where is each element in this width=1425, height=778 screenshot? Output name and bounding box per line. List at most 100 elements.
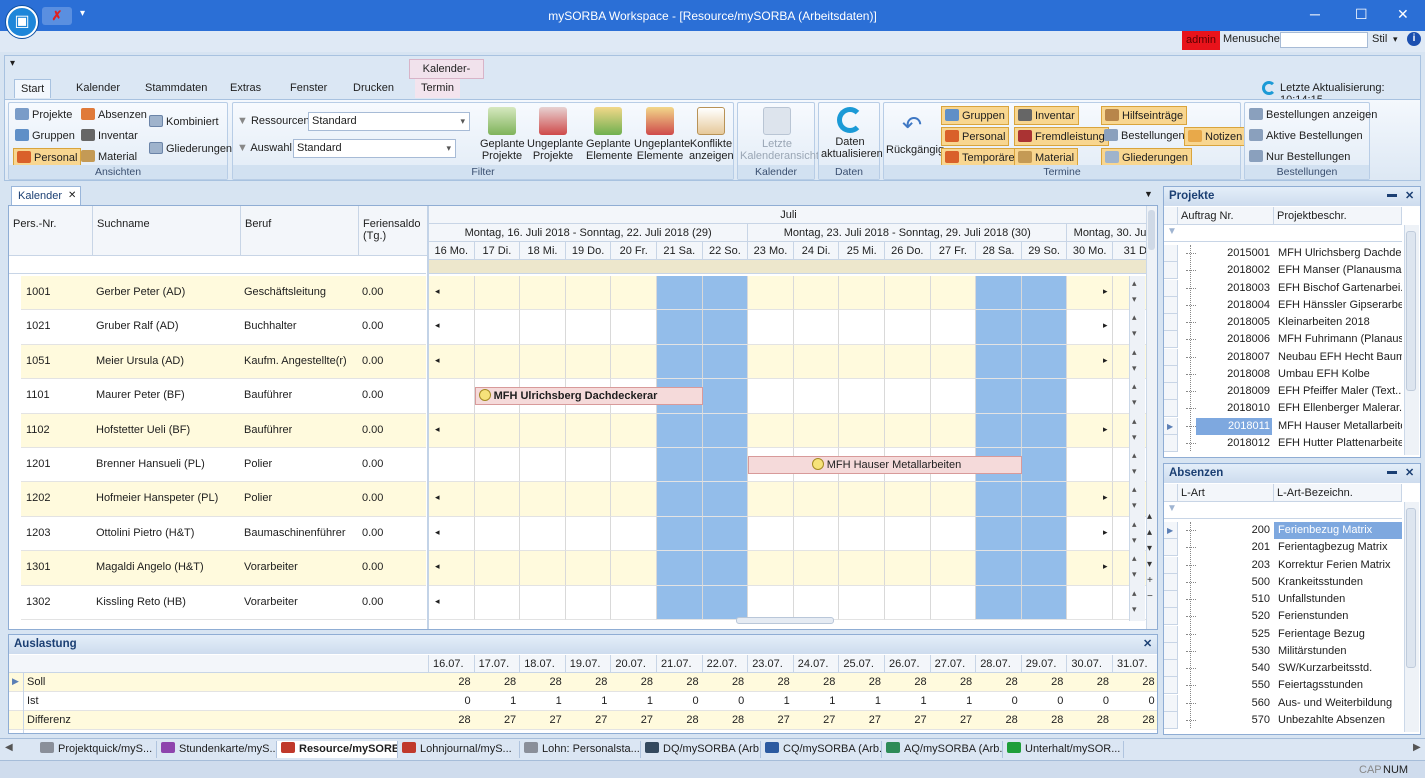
day-cell[interactable] bbox=[565, 310, 612, 345]
list-column-header[interactable]: Projektbeschr. bbox=[1274, 207, 1402, 225]
day-cell[interactable] bbox=[885, 276, 931, 311]
scroll-left-icon[interactable]: ◂ bbox=[435, 492, 440, 503]
day-cell[interactable] bbox=[930, 413, 977, 448]
termine-bestellungen[interactable]: Bestellungen bbox=[1104, 127, 1185, 146]
tab-dropdown-icon[interactable]: ▼ bbox=[1144, 189, 1153, 199]
ansicht-gruppen[interactable]: Gruppen bbox=[15, 127, 75, 146]
day-cell[interactable] bbox=[429, 448, 475, 483]
aktive-bestellungen[interactable]: Aktive Bestellungen bbox=[1249, 127, 1363, 146]
day-cell[interactable] bbox=[748, 276, 794, 311]
day-cell[interactable] bbox=[885, 413, 931, 448]
calendar-hscrollbar[interactable] bbox=[736, 617, 834, 624]
row-down-icon[interactable]: ▾ bbox=[1132, 432, 1137, 443]
day-cell[interactable] bbox=[611, 310, 657, 345]
day-cell[interactable] bbox=[474, 276, 521, 311]
list-item[interactable]: 2018006 MFH Fuhrimann (Planaus... bbox=[1164, 331, 1402, 349]
day-cell[interactable] bbox=[1021, 310, 1068, 345]
day-cell[interactable] bbox=[520, 585, 566, 620]
day-cell[interactable] bbox=[474, 310, 521, 345]
day-cell[interactable] bbox=[702, 551, 749, 586]
bestellungen-anzeigen[interactable]: Bestellungen anzeigen bbox=[1249, 106, 1377, 125]
day-cell[interactable] bbox=[565, 344, 612, 380]
tab-extras[interactable]: Extras bbox=[224, 79, 267, 98]
row-up-icon[interactable]: ▴ bbox=[1132, 553, 1137, 564]
window-tab[interactable]: CQ/mySORBA (Arb... bbox=[761, 741, 882, 758]
day-cell[interactable] bbox=[930, 516, 977, 552]
day-cell[interactable] bbox=[839, 551, 885, 586]
tabbar-right-icon[interactable]: ▶ bbox=[1413, 742, 1421, 753]
day-cell[interactable] bbox=[839, 516, 885, 552]
ansicht-inventar[interactable]: Inventar bbox=[81, 127, 138, 146]
list-item[interactable]: 510 Unfallstunden bbox=[1164, 591, 1402, 608]
zoom-control-icon[interactable]: ▴ bbox=[1147, 511, 1152, 522]
scroll-left-icon[interactable]: ◂ bbox=[435, 596, 440, 607]
scroll-right-icon[interactable]: ▸ bbox=[1103, 320, 1108, 331]
scroll-left-icon[interactable]: ◂ bbox=[435, 320, 440, 331]
window-tab[interactable]: Projektquick/myS... bbox=[36, 741, 157, 758]
tab-stammdaten[interactable]: Stammdaten bbox=[139, 79, 213, 98]
calendar-event[interactable]: MFH Ulrichsberg Dachdeckerar bbox=[474, 387, 703, 406]
row-down-icon[interactable]: ▾ bbox=[1132, 328, 1137, 339]
window-tab[interactable]: Unterhalt/mySOR... bbox=[1003, 741, 1124, 758]
row-up-icon[interactable]: ▴ bbox=[1132, 519, 1137, 530]
day-cell[interactable] bbox=[885, 379, 931, 414]
day-cell[interactable] bbox=[930, 482, 977, 517]
day-cell[interactable] bbox=[839, 276, 885, 311]
day-cell[interactable] bbox=[930, 379, 977, 414]
day-cell[interactable] bbox=[748, 310, 794, 345]
tab-kalender[interactable]: Kalender bbox=[70, 79, 126, 98]
day-cell[interactable] bbox=[885, 482, 931, 517]
day-cell[interactable] bbox=[748, 585, 794, 620]
day-cell[interactable] bbox=[930, 585, 977, 620]
menusuche-input[interactable] bbox=[1280, 32, 1368, 48]
day-cell[interactable] bbox=[1067, 379, 1113, 414]
day-cell[interactable] bbox=[1021, 482, 1068, 517]
day-cell[interactable] bbox=[1021, 379, 1068, 414]
row-up-icon[interactable]: ▴ bbox=[1132, 588, 1137, 599]
day-cell[interactable] bbox=[1067, 448, 1113, 483]
list-item[interactable]: 550 Feiertagsstunden bbox=[1164, 677, 1402, 695]
day-cell[interactable] bbox=[839, 413, 885, 448]
row-down-icon[interactable]: ▾ bbox=[1132, 397, 1137, 408]
day-cell[interactable] bbox=[976, 551, 1022, 586]
list-item[interactable]: 2018003 EFH Bischof Gartenarbei... bbox=[1164, 279, 1402, 297]
day-cell[interactable] bbox=[930, 551, 977, 586]
window-tab[interactable]: Lohn: Personalsta... bbox=[520, 741, 641, 758]
day-cell[interactable] bbox=[474, 516, 521, 552]
termine-fremdleistung[interactable]: Fremdleistung bbox=[1014, 127, 1109, 146]
ungeplante-elemente-button[interactable]: Ungeplante Elemente bbox=[634, 107, 690, 162]
day-cell[interactable] bbox=[474, 448, 521, 483]
list-filter-row[interactable] bbox=[1164, 502, 1402, 519]
day-cell[interactable] bbox=[930, 310, 977, 345]
day-cell[interactable] bbox=[611, 585, 657, 620]
day-cell[interactable] bbox=[611, 482, 657, 517]
day-cell[interactable] bbox=[474, 585, 521, 620]
day-cell[interactable] bbox=[657, 310, 703, 345]
day-cell[interactable] bbox=[520, 448, 566, 483]
list-item[interactable]: 540 SW/Kurzarbeitsstd. bbox=[1164, 660, 1402, 677]
row-up-icon[interactable]: ▴ bbox=[1132, 347, 1137, 358]
day-cell[interactable] bbox=[702, 344, 749, 380]
row-down-icon[interactable]: ▾ bbox=[1132, 535, 1137, 546]
column-header[interactable]: Beruf bbox=[241, 206, 359, 256]
zoom-control-icon[interactable]: − bbox=[1147, 591, 1153, 602]
day-cell[interactable] bbox=[702, 448, 749, 483]
list-item[interactable]: ▶ 2018011 MFH Hauser Metallarbeiten bbox=[1164, 417, 1402, 435]
day-cell[interactable] bbox=[885, 516, 931, 552]
list-column-header[interactable]: L-Art bbox=[1178, 484, 1274, 502]
day-cell[interactable] bbox=[793, 344, 840, 380]
list-item[interactable]: ▶ 200 Ferienbezug Matrix bbox=[1164, 522, 1402, 539]
konflikte-button[interactable]: Konflikte anzeigen bbox=[689, 107, 734, 162]
day-cell[interactable] bbox=[748, 344, 794, 380]
daten-aktualisieren-button[interactable]: Daten aktualisieren bbox=[821, 107, 883, 160]
column-header[interactable]: Feriensaldo (Tg.) bbox=[359, 206, 428, 256]
day-cell[interactable] bbox=[930, 276, 977, 311]
geplante-projekte-button[interactable]: Geplante Projekte bbox=[480, 107, 525, 162]
list-item[interactable]: 560 Aus- und Weiterbildung bbox=[1164, 694, 1402, 712]
app-menu-button[interactable]: ▣ bbox=[6, 6, 38, 38]
day-cell[interactable] bbox=[520, 551, 566, 586]
day-cell[interactable] bbox=[748, 379, 794, 414]
ansicht-absenzen[interactable]: Absenzen bbox=[81, 106, 147, 125]
day-cell[interactable] bbox=[1067, 585, 1113, 620]
day-cell[interactable] bbox=[702, 413, 749, 448]
